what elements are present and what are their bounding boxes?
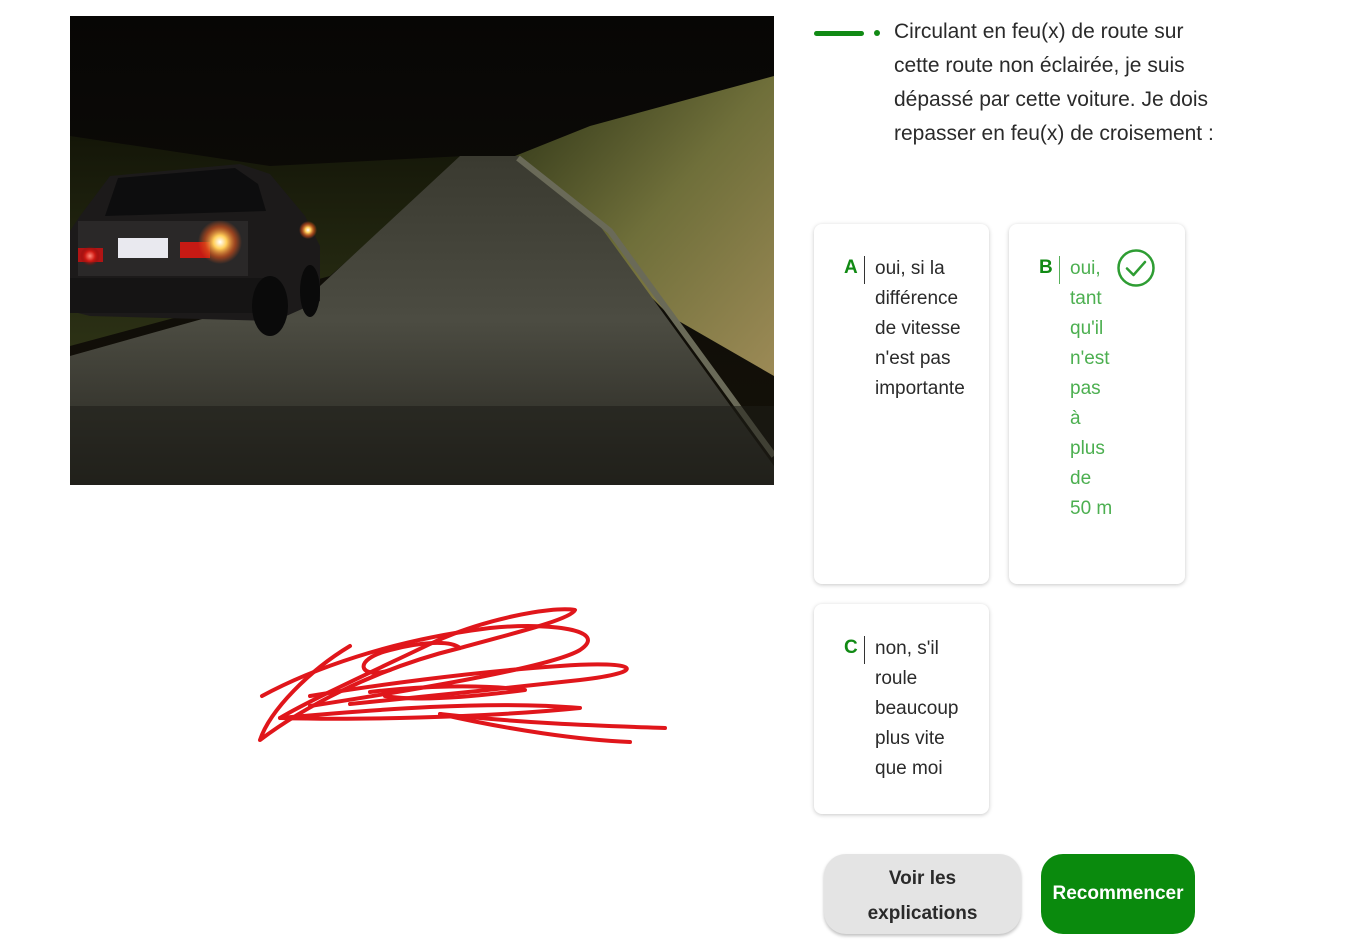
progress-bar <box>814 30 864 36</box>
question-progress <box>814 30 880 36</box>
answer-card-a[interactable]: A oui, si la différence de vitesse n'est… <box>814 224 989 584</box>
red-scribble-signature <box>258 607 667 744</box>
progress-dot <box>874 30 880 36</box>
answer-letter: A <box>844 257 858 278</box>
answer-card-c[interactable]: C non, s'il roule beaucoup plus vite que… <box>814 604 989 814</box>
show-explanations-button[interactable]: Voir les explications <box>824 854 1021 934</box>
answer-card-b[interactable]: B oui, tant qu'il n'est pas à plus de 50… <box>1009 224 1185 584</box>
answer-text: non, s'il roule beaucoup plus vite que m… <box>875 638 959 779</box>
check-circle-icon <box>1117 249 1155 287</box>
answer-text: oui, si la différence de vitesse n'est p… <box>875 258 965 399</box>
answer-letter: B <box>1039 257 1053 278</box>
answer-separator <box>864 636 865 664</box>
answer-separator <box>1059 256 1060 284</box>
restart-button[interactable]: Recommencer <box>1041 854 1195 934</box>
answer-separator <box>864 256 865 284</box>
question-text: Circulant en feu(x) de route sur cette r… <box>894 20 1214 145</box>
answer-letter: C <box>844 637 858 658</box>
question-photo <box>70 16 774 485</box>
answer-text: oui, tant qu'il n'est pas à plus de 50 m <box>1070 258 1113 519</box>
